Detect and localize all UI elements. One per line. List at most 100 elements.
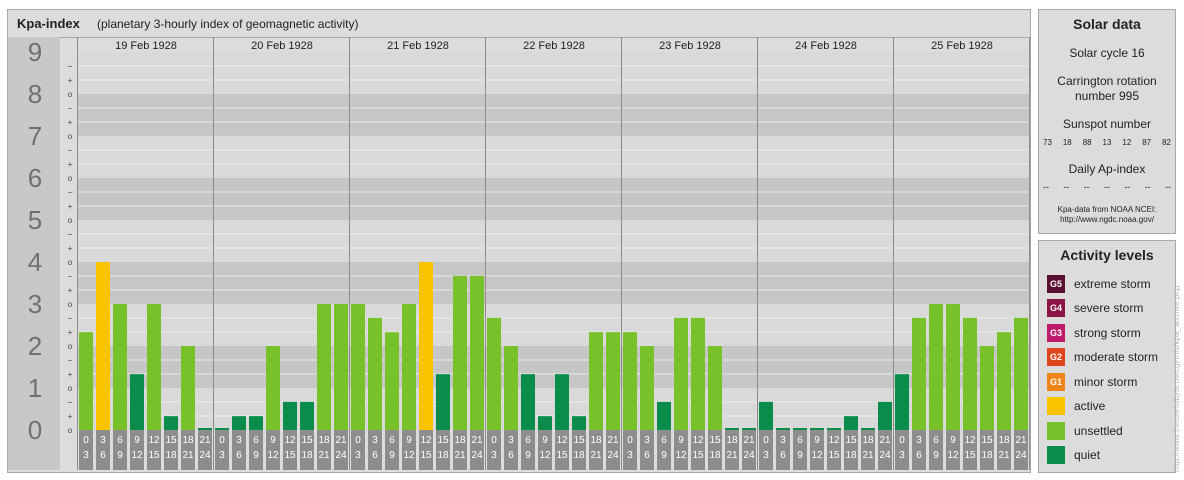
kp-bar [912,317,926,430]
kp-bar [1014,317,1028,430]
day-label: 21 Feb 1928 [387,40,449,52]
kp-band [78,304,1030,346]
interval-end-label: 9 [117,450,123,461]
interval-start-label: 18 [182,435,194,446]
interval-end-label: 3 [627,450,633,461]
kp-bar [487,317,501,430]
interval-end-label: 9 [525,450,531,461]
kp-bar [827,428,841,430]
interval-start-label: 21 [1015,435,1027,446]
interval-start-label: 21 [743,435,755,446]
interval-end-label: 12 [267,450,279,461]
interval-start-label: 3 [372,435,378,446]
interval-end-label: 15 [964,450,976,461]
interval-start-label: 21 [471,435,483,446]
kp-bar [96,262,110,430]
minor-tick: + [68,286,73,295]
kp-bar [198,428,212,430]
kp-bar [300,401,314,430]
interval-end-label: 18 [845,450,857,461]
minor-tick: o [68,342,73,351]
interval-end-label: 6 [100,450,106,461]
interval-start-label: 15 [845,435,857,446]
interval-start-label: 12 [964,435,976,446]
kp-bar [997,332,1011,430]
minor-tick: o [68,216,73,225]
day-label: 20 Feb 1928 [251,40,313,52]
interval-end-label: 6 [372,450,378,461]
interval-start-label: 3 [644,435,650,446]
interval-end-label: 18 [981,450,993,461]
kp-bar [725,428,739,430]
kp-bar [402,304,416,430]
interval-end-label: 12 [403,450,415,461]
minor-tick: + [68,412,73,421]
interval-end-label: 15 [692,450,704,461]
interval-start-label: 0 [491,435,497,446]
interval-end-label: 21 [182,450,194,461]
kp-bar [351,304,365,430]
minor-tick: − [68,146,73,155]
interval-start-label: 9 [406,435,412,446]
interval-end-label: 15 [420,450,432,461]
interval-end-label: 9 [253,450,259,461]
minor-tick: + [68,160,73,169]
kp-bar [674,317,688,430]
minor-tick: − [68,62,73,71]
minor-tick: − [68,356,73,365]
minor-tick: − [68,104,73,113]
day-label: 24 Feb 1928 [795,40,857,52]
interval-start-label: 12 [556,435,568,446]
interval-start-label: 18 [862,435,874,446]
kp-bar [640,346,654,430]
interval-start-label: 0 [763,435,769,446]
interval-end-label: 18 [437,450,449,461]
interval-start-label: 15 [981,435,993,446]
minor-tick: − [68,398,73,407]
kp-bar [895,374,909,430]
minor-tick: − [68,314,73,323]
minor-tick: + [68,328,73,337]
kp-bar [861,428,875,430]
kp-bar [79,332,93,430]
interval-start-label: 6 [661,435,667,446]
kp-bar [555,374,569,430]
interval-end-label: 12 [131,450,143,461]
y-tick-label: 4 [28,247,42,277]
kp-band [78,178,1030,220]
interval-start-label: 12 [284,435,296,446]
minor-tick: − [68,272,73,281]
interval-end-label: 21 [454,450,466,461]
kp-bar [572,416,586,430]
kp-bar [759,401,773,430]
kp-bar [334,304,348,430]
kp-band [78,136,1030,178]
y-tick-label: 9 [28,37,42,67]
kp-bar [929,304,943,430]
y-tick-label: 3 [28,289,42,319]
kp-band [78,94,1030,136]
minor-tick: + [68,202,73,211]
kp-bar [657,401,671,430]
interval-end-label: 24 [1015,450,1027,461]
interval-end-label: 6 [236,450,242,461]
kp-bar [963,317,977,430]
kp-bar [266,346,280,430]
interval-start-label: 6 [525,435,531,446]
interval-end-label: 9 [661,450,667,461]
interval-start-label: 3 [916,435,922,446]
interval-start-label: 9 [270,435,276,446]
interval-end-label: 21 [998,450,1010,461]
interval-end-label: 18 [709,450,721,461]
kp-bar [589,332,603,430]
kp-bar [368,317,382,430]
kp-bar [793,428,807,430]
kp-band [78,52,1030,94]
kp-bar [878,401,892,430]
interval-end-label: 18 [165,450,177,461]
interval-end-label: 24 [879,450,891,461]
kp-bar [538,416,552,430]
interval-end-label: 15 [148,450,160,461]
interval-start-label: 12 [420,435,432,446]
interval-start-label: 0 [899,435,905,446]
